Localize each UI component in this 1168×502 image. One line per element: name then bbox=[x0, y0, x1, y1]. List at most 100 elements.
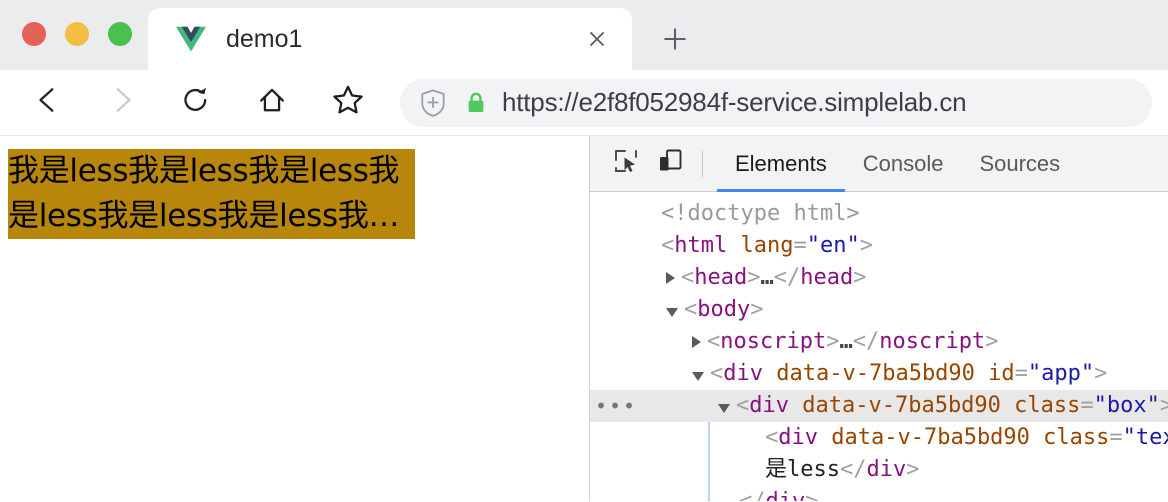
dom-token-tag: noscript bbox=[879, 329, 986, 354]
dom-token-val: "box" bbox=[1093, 393, 1160, 418]
dom-node-row[interactable]: <div data-v-7ba5bd90 class="text"> bbox=[590, 422, 1168, 454]
dom-token-attr: data-v-7ba5bd90 bbox=[763, 361, 975, 386]
dom-token-punct: > bbox=[985, 329, 999, 354]
dom-token-punct: = bbox=[1014, 361, 1028, 386]
dom-token-punct: < bbox=[765, 425, 779, 450]
url-text: https://e2f8f052984f-service.simplelab.c… bbox=[502, 87, 967, 117]
dom-node-row[interactable]: < html lang = "en" > bbox=[590, 230, 1168, 262]
dom-token-punct: > bbox=[750, 297, 764, 322]
dom-token-attr: data-v-7ba5bd90 bbox=[818, 425, 1030, 450]
chevron-down-icon[interactable] bbox=[666, 307, 678, 317]
lock-icon[interactable] bbox=[464, 91, 488, 115]
nesting-guide-line bbox=[708, 422, 710, 501]
star-icon bbox=[331, 83, 365, 122]
dom-token-tag: head bbox=[694, 265, 748, 290]
dom-token-tag: div bbox=[723, 361, 763, 386]
dom-token-punct: > bbox=[805, 486, 818, 501]
dom-node-row[interactable]: </div> bbox=[590, 486, 1168, 501]
dom-token-tag: head bbox=[800, 265, 854, 290]
tab-console[interactable]: Console bbox=[845, 136, 962, 192]
chevron-down-icon[interactable] bbox=[718, 403, 730, 413]
dom-token-punct: </ bbox=[852, 329, 880, 354]
dom-token-punct: < bbox=[661, 233, 675, 258]
tab-strip: demo1 bbox=[0, 0, 1168, 70]
back-arrow-icon bbox=[33, 85, 63, 120]
new-tab-button[interactable] bbox=[652, 18, 698, 64]
dom-token-punct: > bbox=[826, 329, 840, 354]
dom-token-tag: html bbox=[674, 233, 728, 258]
dom-token-attr: lang bbox=[727, 233, 794, 258]
reload-icon bbox=[180, 84, 212, 121]
close-icon[interactable] bbox=[580, 22, 614, 56]
viewport-and-devtools: 我是less我是less我是less我是less我是less我是less我… E… bbox=[0, 136, 1168, 501]
dom-node-row[interactable]: < div data-v-7ba5bd90 id = "app" > bbox=[590, 358, 1168, 390]
inspect-element-button[interactable] bbox=[604, 142, 648, 186]
dom-token-punct: = bbox=[1080, 393, 1094, 418]
chevron-right-icon[interactable] bbox=[692, 336, 701, 348]
dom-token-doctype: <!doctype html> bbox=[661, 201, 860, 226]
browser-toolbar: https://e2f8f052984f-service.simplelab.c… bbox=[0, 70, 1168, 136]
devtools-toolbar: Elements Console Sources bbox=[590, 136, 1168, 192]
devtools-panel: Elements Console Sources <!doctype html>… bbox=[590, 136, 1168, 501]
chevron-down-icon[interactable] bbox=[692, 371, 704, 381]
browser-tab-demo1[interactable]: demo1 bbox=[148, 8, 632, 70]
bookmark-button[interactable] bbox=[322, 77, 374, 129]
dom-token-punct: > bbox=[906, 457, 920, 482]
dom-token-ellip: … bbox=[839, 329, 853, 354]
dom-node-row[interactable]: 是less </div > bbox=[590, 454, 1168, 486]
dom-token-punct: > bbox=[1094, 361, 1108, 386]
dom-token-attr: class bbox=[1029, 425, 1110, 450]
forward-button[interactable] bbox=[96, 77, 148, 129]
dom-token-tag: noscript bbox=[720, 329, 827, 354]
shield-plus-icon[interactable] bbox=[418, 88, 448, 118]
page-box-element: 我是less我是less我是less我是less我是less我是less我… bbox=[8, 149, 415, 239]
dom-token-attr: id bbox=[974, 361, 1015, 386]
window-close-button[interactable] bbox=[22, 22, 46, 46]
dom-token-punct: = bbox=[793, 233, 807, 258]
inspect-element-icon bbox=[613, 148, 639, 179]
dom-token-val: "text" bbox=[1122, 425, 1168, 450]
toolbar-divider bbox=[702, 150, 703, 177]
dom-token-val: "en" bbox=[806, 233, 860, 258]
dom-node-row[interactable]: < noscript >… </noscript > bbox=[590, 326, 1168, 358]
dom-token-punct: < bbox=[681, 265, 695, 290]
dom-token-punct: </ bbox=[739, 486, 766, 501]
dom-tree[interactable]: <!doctype html> < html lang = "en" > < head >… </… bbox=[590, 192, 1168, 501]
dom-node-row[interactable]: <!doctype html> bbox=[590, 198, 1168, 230]
address-bar[interactable]: https://e2f8f052984f-service.simplelab.c… bbox=[400, 78, 1152, 127]
dom-token-punct: < bbox=[710, 361, 724, 386]
dom-node-row[interactable]: ••• < div data-v-7ba5bd90 class = "box" > bbox=[590, 390, 1168, 422]
dom-node-row[interactable]: < head >… </head > bbox=[590, 262, 1168, 294]
window-traffic-lights bbox=[22, 22, 132, 46]
dom-token-attr: data-v-7ba5bd90 bbox=[789, 393, 1001, 418]
forward-arrow-icon bbox=[107, 85, 137, 120]
dom-token-punct: </ bbox=[839, 457, 867, 482]
dom-token-tag: div bbox=[778, 425, 818, 450]
home-button[interactable] bbox=[246, 77, 298, 129]
tab-sources[interactable]: Sources bbox=[961, 136, 1078, 192]
dom-token-attr: class bbox=[1000, 393, 1081, 418]
reload-button[interactable] bbox=[170, 77, 222, 129]
device-toolbar-button[interactable] bbox=[648, 142, 692, 186]
window-minimize-button[interactable] bbox=[65, 22, 89, 46]
dom-token-punct: > bbox=[1159, 393, 1168, 418]
page-viewport: 我是less我是less我是less我是less我是less我是less我… bbox=[0, 136, 590, 501]
vue-logo-icon bbox=[176, 24, 206, 54]
tab-elements[interactable]: Elements bbox=[717, 136, 845, 192]
chevron-right-icon[interactable] bbox=[666, 272, 675, 284]
dom-token-punct: = bbox=[1109, 425, 1123, 450]
dom-token-ellip: … bbox=[760, 265, 774, 290]
node-more-badge[interactable]: ••• bbox=[590, 390, 642, 422]
back-button[interactable] bbox=[22, 77, 74, 129]
dom-token-tag: div bbox=[749, 393, 789, 418]
dom-node-row[interactable]: < body > bbox=[590, 294, 1168, 326]
dom-token-punct: < bbox=[684, 297, 698, 322]
dom-token-punct: > bbox=[859, 233, 873, 258]
dom-token-punct: < bbox=[707, 329, 721, 354]
dom-token-punct: < bbox=[736, 393, 750, 418]
browser-window: demo1 https://e2f8f052984f-service.simpl… bbox=[0, 0, 1168, 502]
device-toolbar-icon bbox=[657, 148, 683, 179]
dom-token-val: "app" bbox=[1027, 361, 1095, 386]
dom-token-punct: </ bbox=[773, 265, 801, 290]
window-maximize-button[interactable] bbox=[108, 22, 132, 46]
